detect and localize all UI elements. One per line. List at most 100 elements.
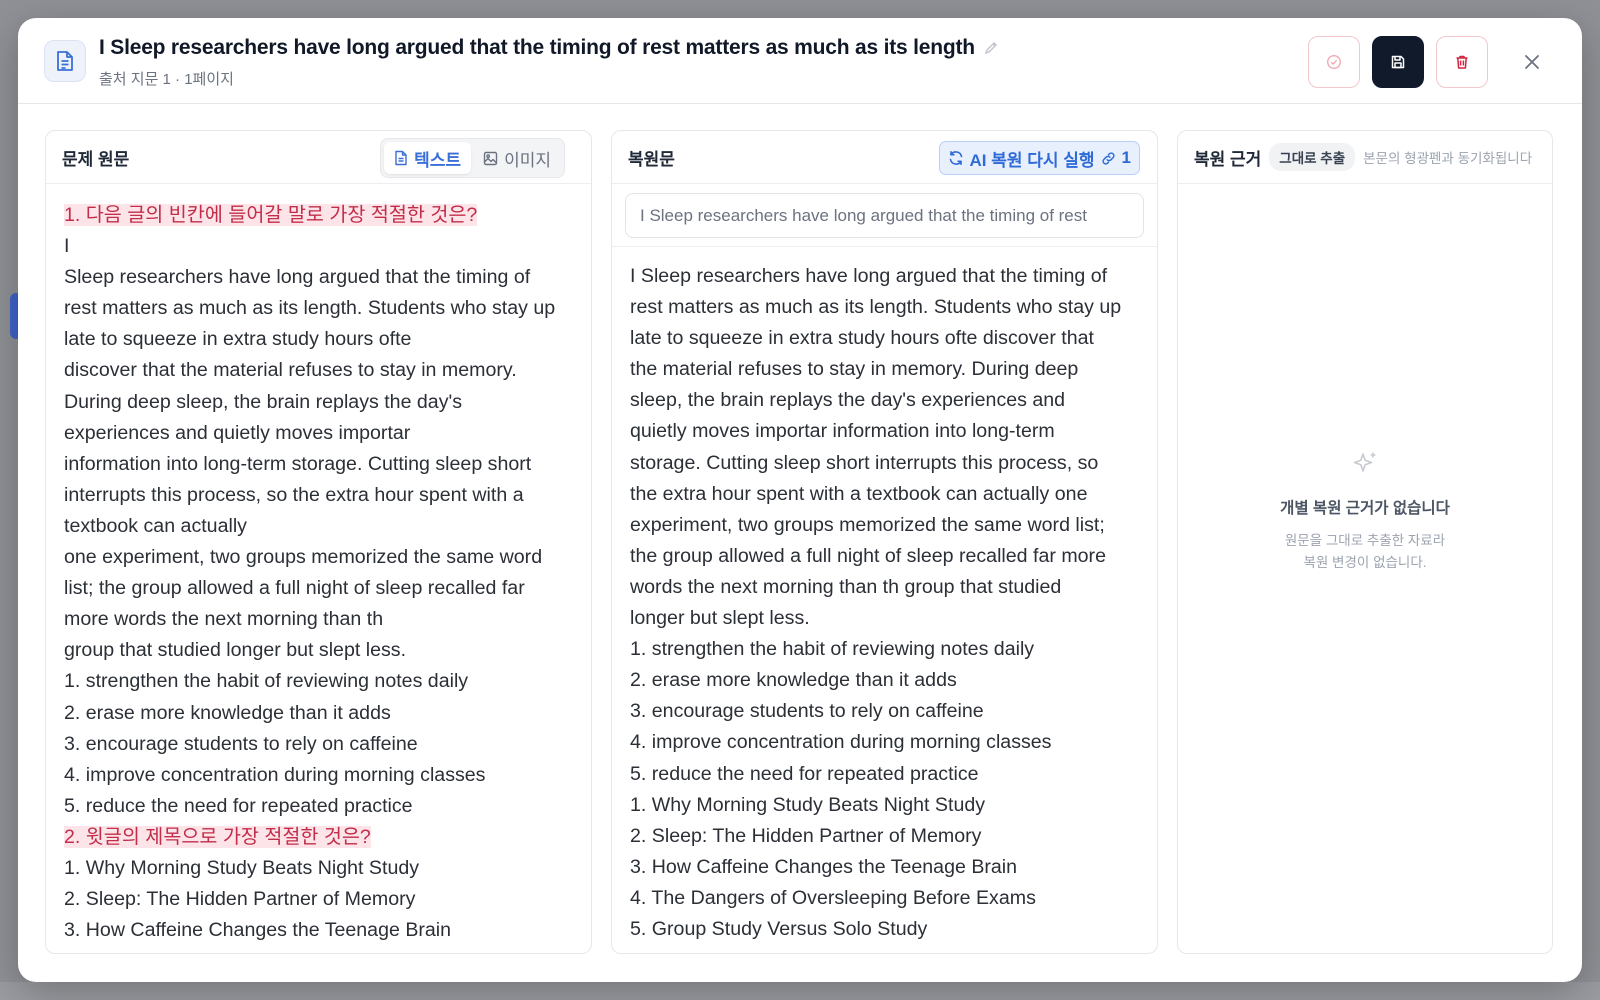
empty-desc-line-2: 복원 변경이 없습니다. [1303, 555, 1427, 570]
restored-line: 5. Group Study Versus Solo Study [630, 917, 928, 940]
source-line-text: rest matters as much as its length. Stud… [64, 297, 556, 320]
restored-panel-header: 복원문 AI 복원 다시 실행 1 [612, 131, 1157, 184]
source-line: Sleep researchers have long argued that … [64, 262, 573, 293]
basis-panel-header: 복원 근거 그대로 추출 본문의 형광펜과 동기화됩니다 [1178, 131, 1552, 184]
source-line-text: 1. 다음 글의 빈칸에 들어갈 말로 가장 적절한 것은? [64, 204, 478, 226]
source-panel-title: 문제 원문 [62, 149, 130, 169]
source-line-text: 2. 윗글의 제목으로 가장 적절한 것은? [64, 825, 371, 848]
restored-line: 3. How Caffeine Changes the Teenage Brai… [630, 855, 1018, 878]
source-line: 3. How Caffeine Changes the Teenage Brai… [64, 915, 573, 946]
ai-rerun-button[interactable]: AI 복원 다시 실행 1 [938, 141, 1140, 175]
link-icon [1101, 151, 1115, 165]
modal-title: I Sleep researchers have long argued tha… [99, 36, 975, 59]
source-line-text: 2. Sleep: The Hidden Partner of Memory [64, 888, 416, 911]
source-line: group that studied longer but slept less… [64, 635, 573, 666]
document-modal: I Sleep researchers have long argued tha… [18, 18, 1582, 982]
source-line: late to squeeze in extra study hours oft… [64, 324, 573, 355]
source-line: 1. Why Morning Study Beats Night Study [64, 853, 573, 884]
source-line-text: Sleep researchers have long argued that … [64, 266, 531, 289]
source-line-text: discover that the material refuses to st… [64, 359, 517, 382]
ai-rerun-count: 1 [1121, 148, 1131, 167]
source-line-text: 5. reduce the need for repeated practice [64, 794, 413, 817]
question-prompt: 1. 다음 글의 빈칸에 들어갈 말로 가장 적절한 것은? [64, 200, 573, 231]
restored-search-input[interactable]: I Sleep researchers have long argued tha… [625, 193, 1144, 238]
restored-line: rest matters as much as its length. Stud… [630, 296, 1122, 319]
source-line-text: one experiment, two groups memorized the… [64, 546, 543, 569]
source-line-text: 2. erase more knowledge than it adds [64, 701, 391, 724]
restored-line: quietly moves importar information into … [630, 420, 1055, 443]
restored-line: the material refuses to stay in memory. … [630, 358, 1079, 381]
tab-image[interactable]: 이미지 [473, 142, 561, 174]
basis-panel-title: 복원 근거 [1194, 149, 1262, 169]
source-line-text: group that studied longer but slept less… [64, 639, 407, 662]
view-toggle: 텍스트 이미지 [380, 138, 565, 178]
empty-desc-line-1: 원문을 그대로 추출한 자료라 [1284, 533, 1446, 548]
delete-button[interactable] [1436, 36, 1488, 88]
source-line-text: late to squeeze in extra study hours oft… [64, 328, 412, 351]
restored-text: I Sleep researchers have long argued tha… [612, 247, 1157, 945]
save-icon [1391, 55, 1405, 69]
trash-icon [1456, 55, 1468, 69]
source-line-text: more words the next morning than th [64, 608, 384, 631]
restored-line: 4. improve concentration during morning … [630, 731, 1052, 754]
tab-image-label: 이미지 [504, 150, 551, 170]
restored-search-row: I Sleep researchers have long argued tha… [612, 184, 1157, 247]
source-line-text: 3. How Caffeine Changes the Teenage Brai… [64, 919, 452, 942]
source-line-text: 1. strengthen the habit of reviewing not… [64, 670, 469, 693]
basis-panel: 복원 근거 그대로 추출 본문의 형광펜과 동기화됩니다 개별 복원 근거가 없… [1177, 130, 1553, 954]
source-line-text: 1. Why Morning Study Beats Night Study [64, 856, 420, 879]
source-line-text: During deep sleep, the brain replays the… [64, 390, 463, 413]
refresh-icon [949, 151, 962, 165]
source-text: 1. 다음 글의 빈칸에 들어갈 말로 가장 적절한 것은? I Sleep res… [46, 184, 591, 946]
ai-rerun-label: AI 복원 다시 실행 [969, 150, 1095, 170]
image-icon [483, 151, 498, 165]
restored-line: storage. Cutting sleep short interrupts … [630, 451, 1099, 474]
source-line: information into long-term storage. Cutt… [64, 449, 573, 480]
restored-line: 1. strengthen the habit of reviewing not… [630, 638, 1035, 661]
document-icon [395, 150, 407, 166]
source-line-text: information into long-term storage. Cutt… [64, 452, 532, 475]
sync-hint: 본문의 형광펜과 동기화됩니다 [1363, 151, 1533, 166]
empty-state: 개별 복원 근거가 없습니다 원문을 그대로 추출한 자료라 복원 변경이 없습… [1178, 449, 1552, 574]
modal-header: I Sleep researchers have long argued tha… [18, 18, 1582, 104]
restored-line: experiment, two groups memorized the sam… [630, 513, 1105, 536]
panel-columns: 문제 원문 텍스트 이미지 1. 다음 글의 빈칸에 들어갈 말로 가장 적절한… [45, 130, 1555, 954]
restored-panel: 복원문 AI 복원 다시 실행 1 I Sleep researchers ha… [611, 130, 1158, 954]
source-panel: 문제 원문 텍스트 이미지 1. 다음 글의 빈칸에 들어갈 말로 가장 적절한… [45, 130, 592, 954]
extraction-mode-badge: 그대로 추출 [1269, 143, 1356, 171]
confirm-button[interactable] [1308, 36, 1360, 88]
restored-line: the group allowed a full night of sleep … [630, 544, 1106, 567]
source-line-text: 3. encourage students to rely on caffein… [64, 732, 418, 755]
empty-state-title: 개별 복원 근거가 없습니다 [1280, 500, 1450, 517]
close-icon [1525, 55, 1539, 69]
source-line: one experiment, two groups memorized the… [64, 542, 573, 573]
close-button[interactable] [1506, 36, 1558, 88]
save-button[interactable] [1372, 36, 1424, 88]
source-line: 3. encourage students to rely on caffein… [64, 729, 573, 760]
source-line: 4. improve concentration during morning … [64, 760, 573, 791]
source-line-text: experiences and quietly moves importar [64, 421, 411, 444]
source-line-text: I [64, 235, 70, 258]
restored-line: 4. The Dangers of Oversleeping Before Ex… [630, 886, 1036, 909]
source-line: interrupts this process, so the extra ho… [64, 480, 573, 511]
tab-text[interactable]: 텍스트 [384, 142, 472, 174]
source-line: experiences and quietly moves importar [64, 418, 573, 449]
pencil-icon[interactable] [983, 40, 999, 56]
source-line: I [64, 231, 573, 262]
restored-line: 3. encourage students to rely on caffein… [630, 700, 984, 723]
restored-line: longer but slept less. [630, 607, 810, 630]
source-panel-header: 문제 원문 텍스트 이미지 [46, 131, 591, 184]
source-line-text: textbook can actually [64, 514, 247, 537]
restored-line: 2. erase more knowledge than it adds [630, 669, 957, 692]
source-line: textbook can actually [64, 511, 573, 542]
check-circle-icon [1326, 54, 1342, 70]
sparkle-icon [1353, 452, 1376, 472]
source-line: discover that the material refuses to st… [64, 355, 573, 386]
restored-panel-title: 복원문 [628, 149, 675, 169]
tab-text-label: 텍스트 [414, 150, 462, 170]
header-actions [1308, 36, 1558, 88]
source-line-text: 4. improve concentration during morning … [64, 763, 486, 786]
source-line-text: list; the group allowed a full night of … [64, 577, 525, 600]
restored-line: 1. Why Morning Study Beats Night Study [630, 793, 986, 816]
document-icon [44, 40, 86, 82]
